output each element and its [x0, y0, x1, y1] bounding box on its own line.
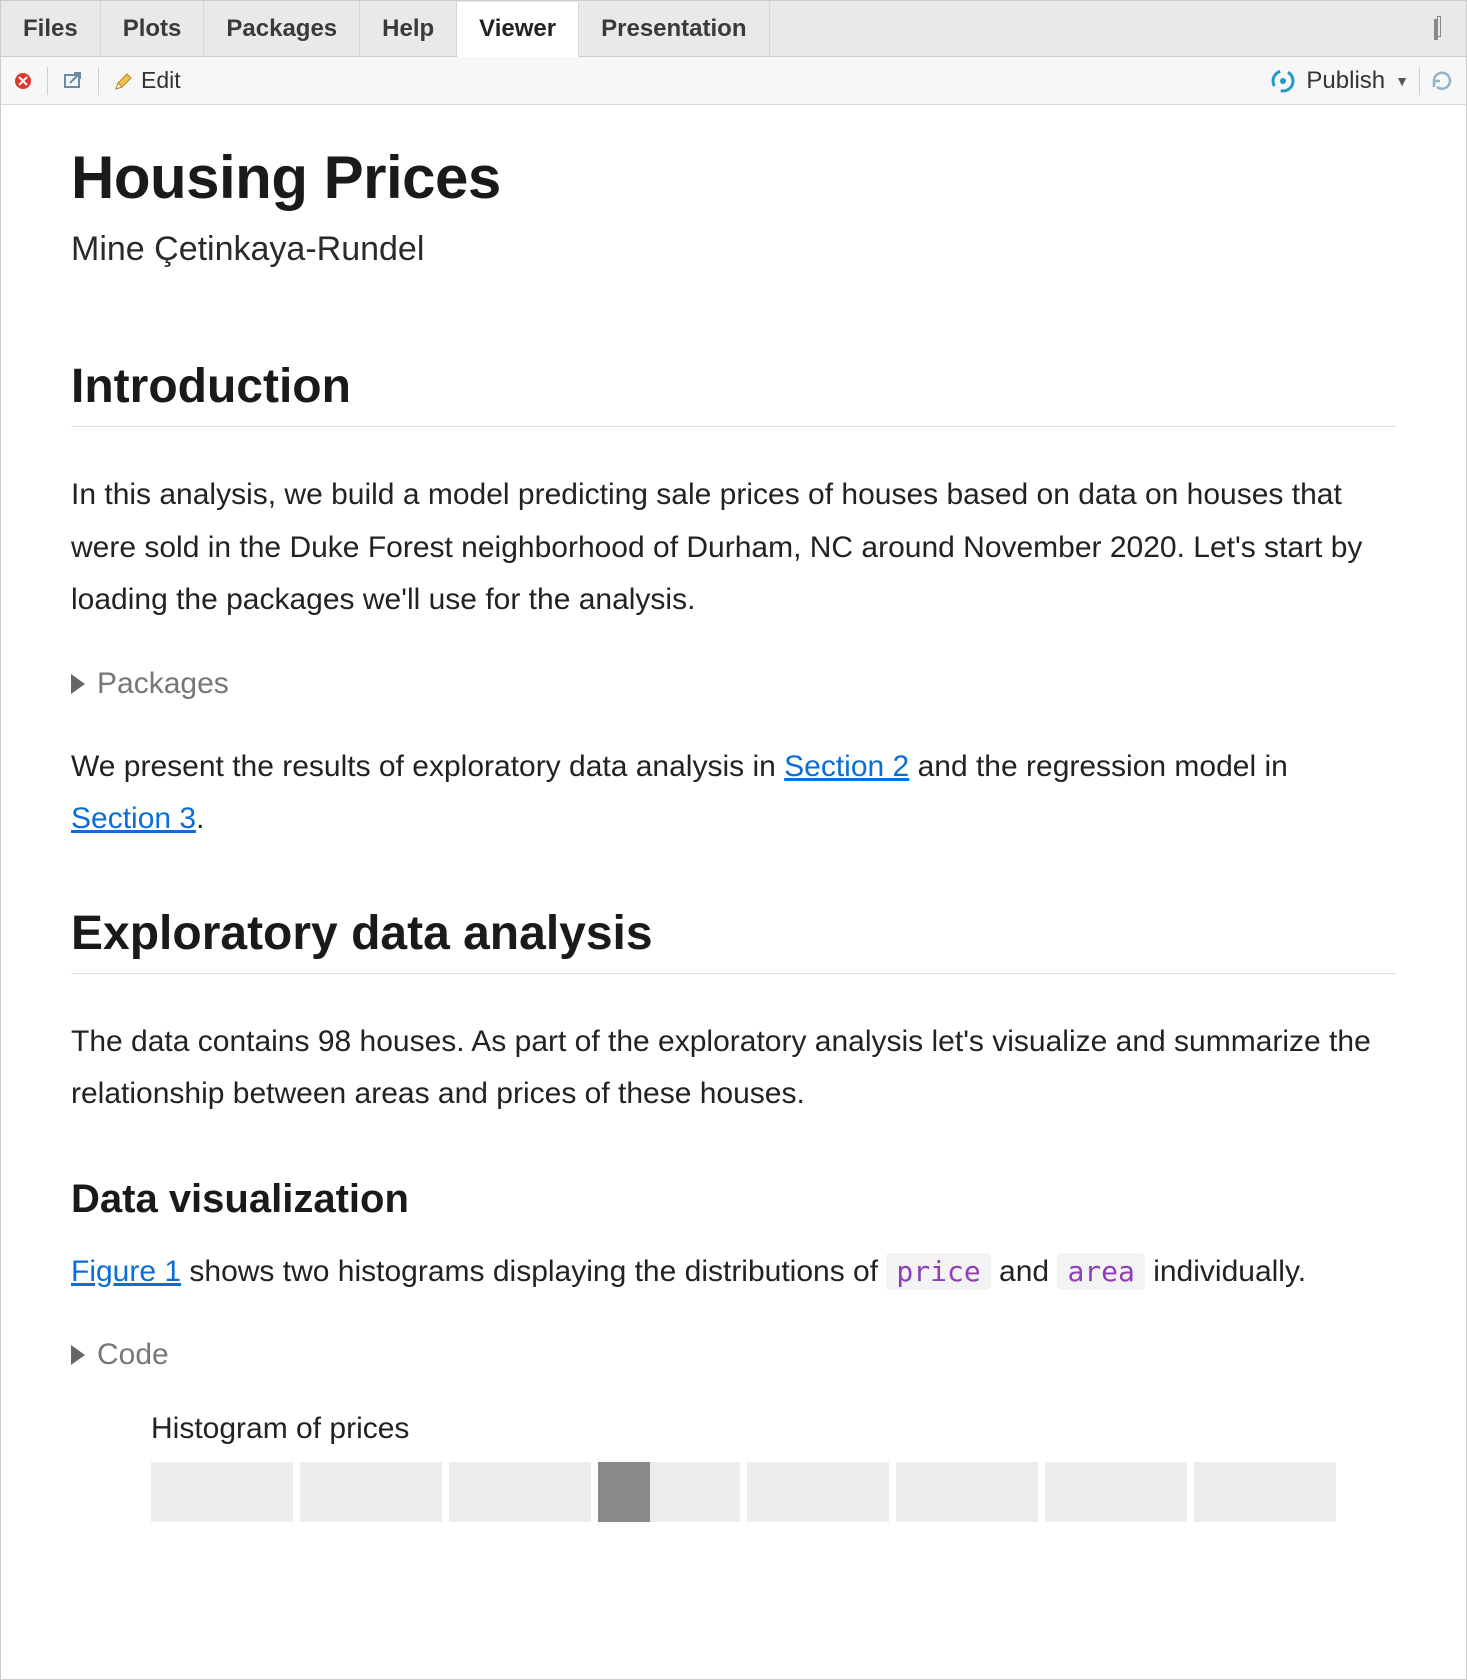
hist-bar [747, 1462, 889, 1522]
hist-bar [1194, 1462, 1336, 1522]
intro-paragraph-2: We present the results of exploratory da… [71, 741, 1396, 846]
link-section-2[interactable]: Section 2 [784, 750, 909, 783]
toolbar-separator [47, 67, 48, 95]
publish-button[interactable]: Publish ▼ [1270, 67, 1409, 95]
tab-plots[interactable]: Plots [101, 1, 205, 56]
tab-viewer[interactable]: Viewer [457, 2, 579, 57]
fold-packages[interactable]: Packages [71, 667, 1396, 701]
pane-tabbar: Files Plots Packages Help Viewer Present… [1, 1, 1466, 57]
text-fragment: . [196, 802, 204, 835]
document-author: Mine Çetinkaya-Rundel [71, 230, 1396, 269]
toolbar-separator [98, 67, 99, 95]
section-heading-introduction: Introduction [71, 359, 1396, 427]
intro-paragraph-1: In this analysis, we build a model predi… [71, 469, 1396, 627]
refresh-icon[interactable] [1430, 69, 1454, 93]
hist-bar [300, 1462, 442, 1522]
edit-button[interactable]: Edit [113, 67, 181, 94]
hist-bar [650, 1462, 740, 1522]
toolbar-separator [1419, 67, 1420, 95]
histogram-prices [151, 1462, 1396, 1522]
viewer-pane: Files Plots Packages Help Viewer Present… [1, 1, 1466, 1679]
tab-help[interactable]: Help [360, 1, 457, 56]
text-fragment: We present the results of exploratory da… [71, 750, 784, 783]
pencil-icon [113, 71, 133, 91]
figure-title: Histogram of prices [151, 1412, 1396, 1446]
code-area: area [1057, 1253, 1144, 1290]
fold-code[interactable]: Code [71, 1338, 1396, 1372]
edit-label: Edit [141, 67, 181, 94]
disclosure-triangle-icon [71, 674, 85, 694]
publish-label: Publish [1306, 67, 1385, 95]
toolbar-right: Publish ▼ [1270, 67, 1454, 95]
viewer-toolbar: Edit Publish ▼ [1, 57, 1466, 105]
rendered-document[interactable]: Housing Prices Mine Çetinkaya-Rundel Int… [1, 105, 1466, 1679]
hist-bar [151, 1462, 293, 1522]
remove-viewer-icon[interactable] [13, 71, 33, 91]
fold-code-label: Code [97, 1338, 169, 1372]
minimize-pane-icon[interactable] [1404, 21, 1426, 37]
text-fragment: and [991, 1255, 1058, 1288]
document-title: Housing Prices [71, 143, 1396, 212]
tab-files[interactable]: Files [1, 1, 101, 56]
hist-bar [598, 1462, 650, 1522]
link-figure-1[interactable]: Figure 1 [71, 1255, 181, 1288]
figure-1: Histogram of prices [151, 1412, 1396, 1522]
hist-bar [449, 1462, 591, 1522]
text-fragment: and the regression model in [909, 750, 1288, 783]
viz-paragraph-1: Figure 1 shows two histograms displaying… [71, 1246, 1396, 1299]
eda-paragraph-1: The data contains 98 houses. As part of … [71, 1016, 1396, 1121]
tab-packages[interactable]: Packages [204, 1, 360, 56]
section-heading-eda: Exploratory data analysis [71, 906, 1396, 974]
tab-presentation[interactable]: Presentation [579, 1, 769, 56]
disclosure-triangle-icon [71, 1345, 85, 1365]
hist-bar [1045, 1462, 1187, 1522]
code-price: price [886, 1253, 990, 1290]
publish-icon [1270, 68, 1296, 94]
fold-packages-label: Packages [97, 667, 229, 701]
hist-bar [896, 1462, 1038, 1522]
text-fragment: shows two histograms displaying the dist… [181, 1255, 886, 1288]
subsection-heading-viz: Data visualization [71, 1177, 1396, 1222]
link-section-3[interactable]: Section 3 [71, 802, 196, 835]
maximize-pane-icon[interactable] [1434, 21, 1456, 37]
chevron-down-icon: ▼ [1395, 73, 1409, 89]
text-fragment: individually. [1145, 1255, 1306, 1288]
tabbar-window-controls [1404, 1, 1466, 56]
open-in-browser-icon[interactable] [62, 71, 84, 91]
